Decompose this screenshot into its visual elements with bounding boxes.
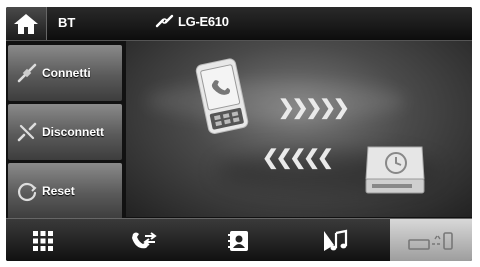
connect-label: Connetti	[42, 66, 91, 80]
pairing-icon	[408, 231, 453, 250]
mode-label: BT	[58, 15, 76, 30]
connect-plug-icon	[14, 60, 40, 86]
home-icon	[14, 13, 38, 34]
bottom-bar	[6, 218, 472, 261]
top-bar: BT LG-E610	[6, 7, 472, 41]
device-name: LG-E610	[178, 13, 229, 29]
mobile-phone-icon	[195, 58, 249, 134]
side-menu: Connetti Disconnett Reset	[6, 41, 124, 219]
link-icon	[155, 14, 174, 28]
music-icon	[324, 229, 348, 251]
transfer-arrows-left: ❮❮❮❮❮	[262, 147, 334, 169]
transfer-arrows-right: ❯❯❯❯❯	[278, 97, 350, 119]
reset-button[interactable]: Reset	[8, 163, 122, 219]
keypad-button[interactable]	[6, 219, 80, 261]
contacts-button[interactable]	[202, 219, 276, 261]
connection-panel: ❯❯❯❯❯ ❮❮❮❮❮	[126, 41, 472, 217]
connected-device: LG-E610	[154, 13, 229, 29]
bt-screen: BT LG-E610 Connetti Disconnett Reset ❯❯❯…	[6, 7, 472, 261]
connect-button[interactable]: Connetti	[8, 45, 122, 101]
disconnect-plug-icon	[14, 119, 40, 145]
pairing-button[interactable]	[390, 219, 472, 261]
reset-label: Reset	[42, 184, 75, 198]
reset-circle-icon	[14, 178, 40, 204]
call-log-icon	[132, 231, 157, 248]
music-button[interactable]	[298, 219, 372, 261]
disconnect-label: Disconnett	[42, 125, 105, 139]
call-log-button[interactable]	[106, 219, 180, 261]
home-button[interactable]	[6, 7, 47, 40]
keypad-icon	[33, 230, 53, 251]
head-unit-icon	[365, 146, 425, 194]
disconnect-button[interactable]: Disconnett	[8, 104, 122, 160]
contacts-icon	[228, 230, 248, 251]
